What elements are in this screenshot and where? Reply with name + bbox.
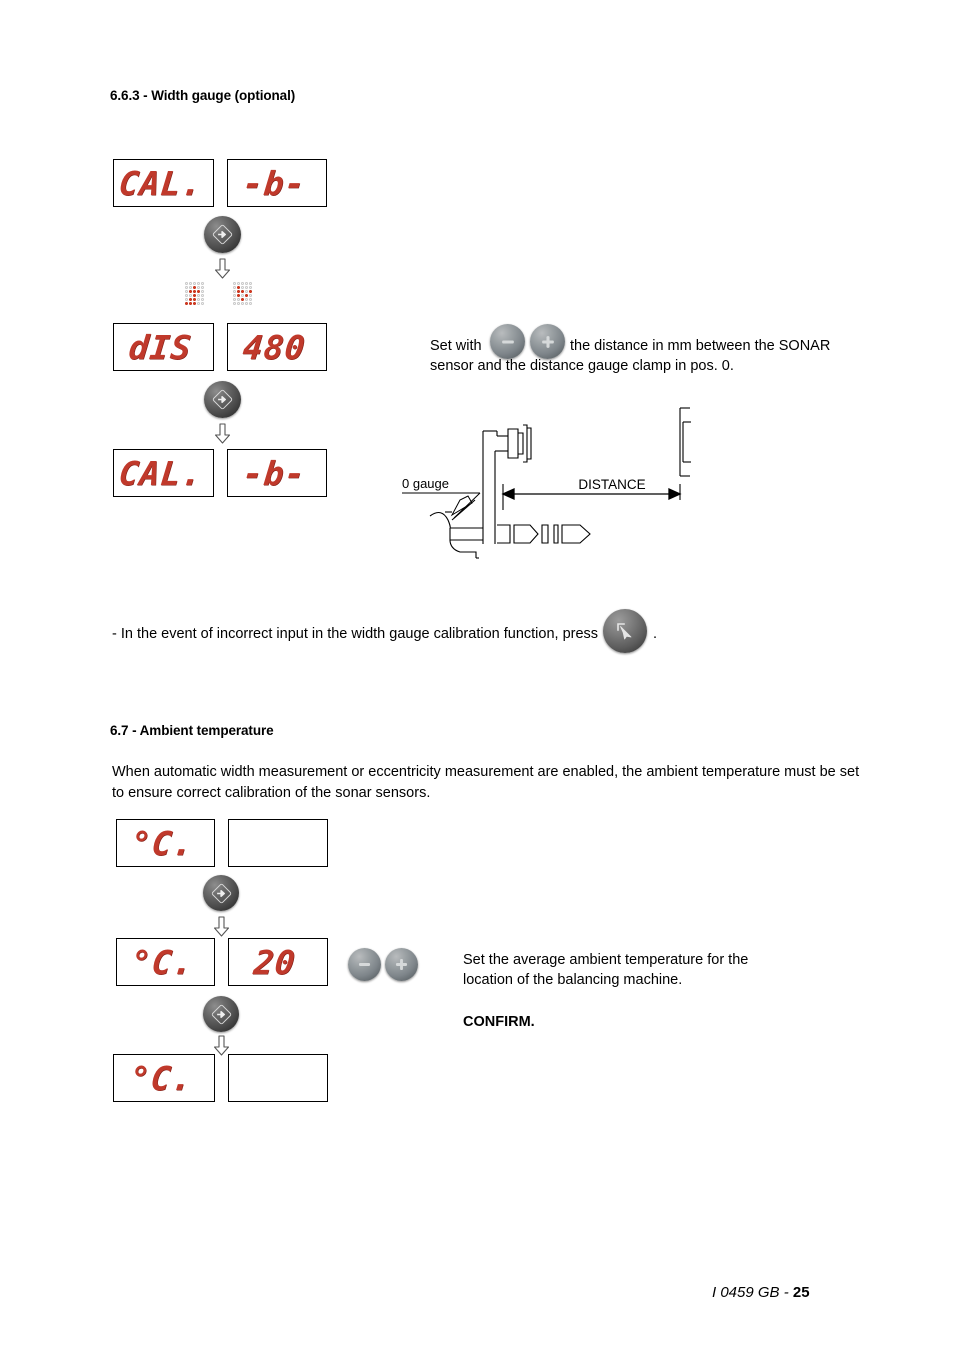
escape-note-trailing: .	[653, 626, 658, 642]
instruction-67-line2: location of the balancing machine.	[463, 972, 683, 988]
display-value: °C.	[129, 823, 196, 863]
plus-button-67[interactable]	[385, 948, 418, 981]
display-663-step3-right: -b-	[227, 449, 327, 497]
display-663-step2-right: 480	[227, 323, 327, 371]
enter-button-663-1[interactable]	[204, 216, 241, 253]
enter-button-663-2[interactable]	[204, 381, 241, 418]
down-arrow-663-2	[214, 423, 231, 449]
minus-icon	[358, 963, 371, 966]
enter-button-67-2[interactable]	[203, 996, 239, 1032]
escape-button[interactable]	[603, 609, 647, 653]
gauge-zero-label: 0 gauge	[402, 476, 449, 491]
down-arrow-icon	[213, 916, 230, 937]
section-67-intro-line1: When automatic width measurement or ecce…	[112, 764, 860, 780]
display-67-step3-left: °C.	[113, 1054, 215, 1102]
manual-page: 6.6.3 - Width gauge (optional) CAL. -b-	[0, 0, 954, 1350]
dot-matrix-right	[233, 282, 252, 305]
instruction-663-suffix: the distance in mm between the SONAR	[570, 338, 831, 354]
distance-diagram: 0 gauge DISTANCE	[390, 400, 790, 580]
down-arrow-icon	[213, 1035, 230, 1056]
display-663-step1-left: CAL.	[113, 159, 214, 207]
display-value: -b-	[240, 163, 308, 203]
minus-icon	[501, 339, 514, 344]
enter-button-67-1[interactable]	[203, 875, 239, 911]
enter-arrow-icon	[211, 1004, 231, 1024]
instruction-663-prefix: Set with	[430, 338, 482, 354]
display-value: 480	[240, 327, 308, 367]
plus-button-663[interactable]	[530, 324, 565, 359]
display-663-step3-left: CAL.	[113, 449, 214, 497]
dot-matrix-left	[185, 282, 204, 305]
escape-cursor-icon	[617, 623, 632, 640]
enter-arrow-icon	[212, 224, 233, 245]
display-663-step1-right: -b-	[227, 159, 327, 207]
down-arrow-icon	[214, 258, 231, 279]
instruction-663-line2: sensor and the distance gauge clamp in p…	[430, 358, 734, 374]
enter-arrow-icon	[212, 389, 233, 410]
display-value: CAL.	[116, 163, 205, 203]
footer-doc-code: I 0459 GB -	[712, 1284, 793, 1301]
plus-icon	[395, 958, 408, 971]
display-value: 20	[252, 942, 298, 982]
display-value: -b-	[240, 453, 308, 493]
display-67-step2-right: 20	[228, 938, 328, 986]
display-663-step2-left: dIS	[113, 323, 214, 371]
section-67-intro-line2: to ensure correct calibration of the son…	[112, 785, 431, 801]
down-arrow-663-1	[214, 258, 231, 284]
display-67-step3-right	[228, 1054, 328, 1102]
display-67-step2-left: °C.	[116, 938, 215, 986]
down-arrow-icon	[214, 423, 231, 444]
enter-arrow-icon	[211, 883, 231, 903]
display-67-step1-left: °C.	[116, 819, 215, 867]
display-value: dIS	[127, 327, 194, 367]
display-value: CAL.	[116, 453, 205, 493]
display-value: °C.	[129, 942, 196, 982]
display-value: °C.	[127, 1058, 195, 1098]
minus-button-67[interactable]	[348, 948, 381, 981]
plus-icon	[541, 335, 554, 348]
display-67-step1-right	[228, 819, 328, 867]
distance-label: DISTANCE	[578, 477, 645, 492]
page-footer: I 0459 GB - 25	[712, 1284, 810, 1301]
section-67-heading: 6.7 - Ambient temperature	[110, 723, 274, 738]
escape-note-text: - In the event of incorrect input in the…	[112, 626, 599, 642]
instruction-67-confirm: CONFIRM.	[463, 1014, 535, 1030]
instruction-67-line1: Set the average ambient temperature for …	[463, 952, 749, 968]
minus-button-663[interactable]	[490, 324, 525, 359]
section-663-heading: 6.6.3 - Width gauge (optional)	[110, 88, 296, 103]
footer-page-number: 25	[792, 1284, 810, 1301]
